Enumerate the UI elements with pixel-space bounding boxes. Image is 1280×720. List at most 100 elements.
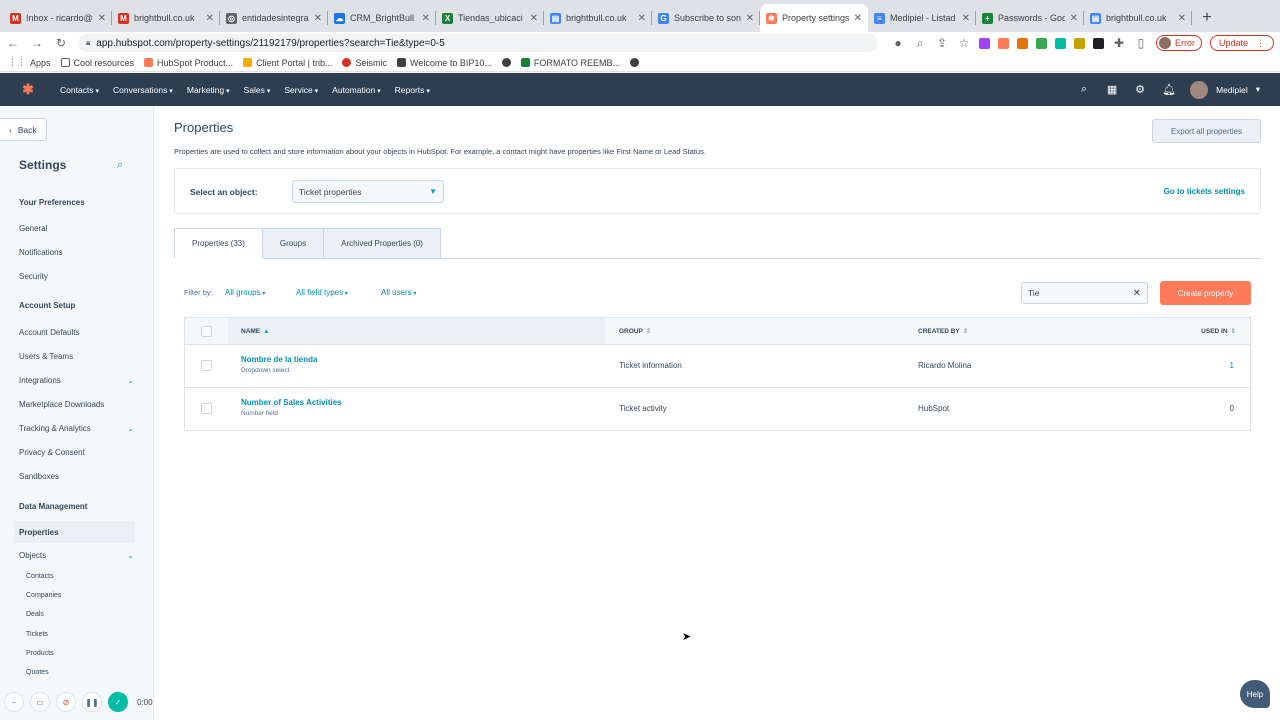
- browser-tab[interactable]: ≡ Medipiel - Listad ✕: [868, 4, 976, 32]
- bookmark[interactable]: [630, 58, 640, 67]
- sidebar-item-privacy-consent[interactable]: Privacy & Consent: [19, 448, 134, 457]
- reload-icon[interactable]: ↻: [54, 36, 68, 50]
- close-icon[interactable]: ✕: [206, 13, 214, 24]
- bookmark[interactable]: Seismic: [342, 58, 387, 68]
- column-header-created-by[interactable]: CREATED BY ⇕: [918, 327, 968, 335]
- export-all-properties-button[interactable]: Export all properties: [1152, 119, 1261, 143]
- bookmark-apps[interactable]: ⋮⋮ Apps: [8, 57, 51, 68]
- browser-tab[interactable]: + Passwords - Goo ✕: [976, 4, 1084, 32]
- browser-tab[interactable]: Mbrightbull.co.uk ✕: [112, 4, 220, 32]
- nav-reports[interactable]: Reports: [395, 85, 430, 95]
- property-name-link[interactable]: Nombre de la tienda: [241, 355, 317, 364]
- sidebar-subitem-companies[interactable]: Companies: [26, 592, 61, 599]
- sidebar-subitem-deals[interactable]: Deals: [26, 611, 44, 618]
- browser-tab[interactable]: G Subscribe to son ✕: [652, 4, 760, 32]
- filter-all-users[interactable]: All users: [381, 288, 416, 297]
- bookmark-folder[interactable]: Cool resources: [60, 58, 134, 68]
- nav-marketing[interactable]: Marketing: [187, 85, 230, 95]
- close-icon[interactable]: ✕: [98, 13, 106, 24]
- object-select-dropdown[interactable]: Ticket properties ▼: [292, 180, 444, 203]
- browser-tab-active[interactable]: ✱ Property settings ✕: [760, 4, 868, 32]
- minimize-icon[interactable]: –: [4, 692, 24, 712]
- back-button[interactable]: ‹ Back: [0, 118, 47, 141]
- extension-icon[interactable]: [978, 37, 990, 49]
- property-used-in-link[interactable]: 1: [1230, 361, 1234, 370]
- puzzle-icon[interactable]: ✚: [1112, 36, 1126, 50]
- browser-tab[interactable]: ◎ entidadesintegra ✕: [220, 4, 328, 32]
- close-icon[interactable]: ✕: [1133, 288, 1141, 299]
- sidebar-item-notifications[interactable]: Notifications: [19, 248, 134, 257]
- bookmark[interactable]: HubSpot Product...: [144, 58, 233, 68]
- bookmark[interactable]: Welcome to BIP10...: [396, 58, 492, 68]
- column-header-used-in[interactable]: USED IN ⇕: [1201, 327, 1236, 335]
- tab-groups[interactable]: Groups: [261, 228, 325, 259]
- column-header-group[interactable]: GROUP ⇕: [619, 327, 651, 335]
- nav-automation[interactable]: Automation: [332, 85, 380, 95]
- close-icon[interactable]: ✕: [530, 13, 538, 24]
- close-icon[interactable]: ✕: [1178, 13, 1186, 24]
- sidebar-item-account-defaults[interactable]: Account Defaults: [19, 328, 134, 337]
- star-icon[interactable]: ☆: [957, 36, 971, 50]
- sidebar-subitem-tickets[interactable]: Tickets: [26, 631, 48, 638]
- sidebar-item-tracking-analytics[interactable]: Tracking & Analytics ⌄: [19, 424, 134, 433]
- browser-tab[interactable]: ▤ brightbull.co.uk ✕: [1084, 4, 1192, 32]
- sidebar-item-security[interactable]: Security: [19, 272, 134, 281]
- delete-icon[interactable]: ⊘: [56, 692, 76, 712]
- sidebar-subitem-products[interactable]: Products: [26, 650, 54, 657]
- sidebar-item-sandboxes[interactable]: Sandboxes: [19, 472, 134, 481]
- sidebar-item-general[interactable]: General: [19, 224, 134, 233]
- sidebar-item-properties[interactable]: Properties: [14, 521, 135, 543]
- sidebar-item-users-teams[interactable]: Users & Teams: [19, 352, 134, 361]
- zoom-icon[interactable]: ⌕: [913, 36, 927, 51]
- bookmark[interactable]: Client Portal | trib...: [243, 58, 332, 68]
- sidebar-item-integrations[interactable]: Integrations ⌄: [19, 376, 134, 385]
- nav-conversations[interactable]: Conversations: [113, 85, 173, 95]
- search-icon[interactable]: ⌕: [1078, 83, 1090, 96]
- close-icon[interactable]: ✕: [746, 13, 754, 24]
- back-arrow-icon[interactable]: ←: [6, 36, 20, 50]
- camera-icon[interactable]: ▭: [30, 692, 50, 712]
- property-name-link[interactable]: Number of Sales Activities: [241, 398, 342, 407]
- account-menu[interactable]: Medipiel ▾: [1190, 80, 1260, 99]
- browser-tab[interactable]: ▤ brightbull.co.uk ✕: [544, 4, 652, 32]
- extension-icon[interactable]: [1035, 37, 1047, 49]
- sidebar-subitem-contacts[interactable]: Contacts: [26, 573, 54, 580]
- update-button[interactable]: Update ⋮: [1209, 35, 1274, 51]
- close-icon[interactable]: ✕: [1070, 13, 1078, 24]
- new-tab-icon[interactable]: +: [1196, 4, 1218, 32]
- tab-properties[interactable]: Properties (33): [174, 228, 263, 259]
- sidebar-item-objects[interactable]: Objects ⌄: [19, 551, 134, 560]
- filter-all-groups[interactable]: All groups: [225, 288, 265, 297]
- extension-icon[interactable]: [1016, 37, 1028, 49]
- nav-contacts[interactable]: Contacts: [60, 85, 99, 95]
- share-icon[interactable]: ⇪: [935, 36, 949, 50]
- search-input[interactable]: [1028, 288, 1128, 298]
- close-icon[interactable]: ✕: [314, 13, 322, 24]
- row-checkbox[interactable]: [201, 403, 212, 414]
- gear-icon[interactable]: ⚙: [1134, 83, 1146, 96]
- extension-icon[interactable]: [1092, 37, 1104, 49]
- go-to-tickets-settings-link[interactable]: Go to tickets settings: [1164, 187, 1245, 196]
- search-icon[interactable]: ⌕: [117, 159, 123, 172]
- filter-all-field-types[interactable]: All field types: [296, 288, 348, 297]
- nav-sales[interactable]: Sales: [244, 85, 271, 95]
- extension-icon[interactable]: [1073, 37, 1085, 49]
- sidebar-subitem-quotes[interactable]: Quotes: [26, 669, 49, 676]
- pause-icon[interactable]: ❚❚: [82, 692, 102, 712]
- close-icon[interactable]: ✕: [638, 13, 646, 24]
- close-icon[interactable]: ✕: [422, 13, 430, 24]
- bell-icon[interactable]: 🔔︎: [1162, 83, 1176, 96]
- extension-icon[interactable]: [1054, 37, 1066, 49]
- forward-arrow-icon[interactable]: →: [30, 36, 44, 50]
- sidebar-item-marketplace-downloads[interactable]: Marketplace Downloads: [19, 400, 134, 409]
- help-button[interactable]: Help: [1240, 680, 1270, 708]
- check-icon[interactable]: ✓: [108, 692, 128, 712]
- select-all-checkbox[interactable]: [201, 326, 212, 337]
- extension-icon[interactable]: [997, 37, 1009, 49]
- tab-archived-properties[interactable]: Archived Properties (0): [323, 228, 441, 259]
- create-property-button[interactable]: Create property: [1160, 281, 1251, 305]
- row-checkbox[interactable]: [201, 360, 212, 371]
- nav-service[interactable]: Service: [284, 85, 318, 95]
- close-icon[interactable]: ✕: [854, 13, 862, 24]
- bookmark[interactable]: [501, 58, 511, 67]
